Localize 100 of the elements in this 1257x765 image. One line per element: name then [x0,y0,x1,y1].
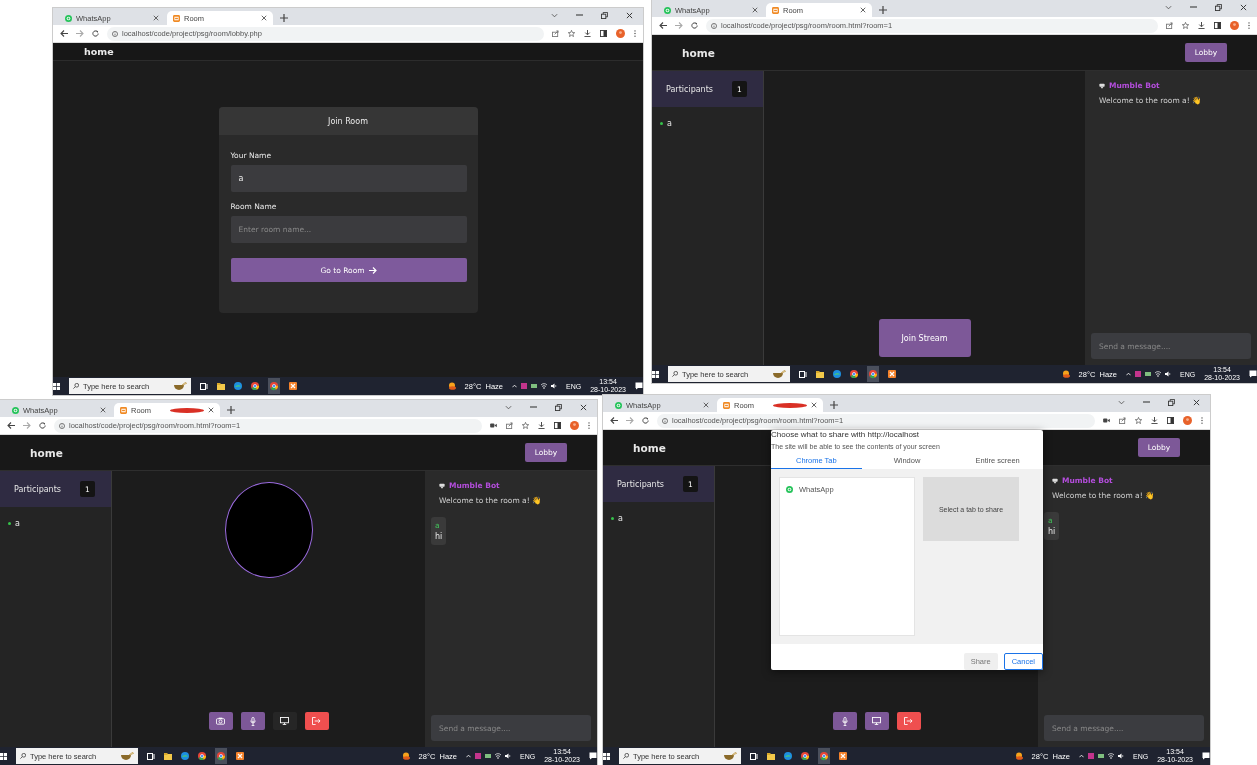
network-icon[interactable] [531,383,537,389]
side-panel-icon[interactable] [1214,22,1221,29]
close-icon[interactable] [626,11,633,19]
volume-icon[interactable] [1118,753,1124,759]
weather-icon[interactable] [447,382,456,390]
weather-icon[interactable] [1061,370,1070,378]
star-icon[interactable] [522,422,529,429]
download-icon[interactable] [1198,22,1205,29]
chevron-up-icon[interactable] [1079,754,1084,758]
folder-icon[interactable] [164,752,172,760]
text-field[interactable]: a [230,165,467,192]
task-view-icon[interactable] [200,382,208,390]
restore-icon[interactable] [555,403,562,411]
plus-icon[interactable] [280,14,288,22]
chevron-up-icon[interactable] [512,384,517,388]
wifi-icon[interactable] [1108,753,1114,759]
share-icon[interactable] [1119,417,1126,424]
camera-icon[interactable] [1103,418,1110,423]
network-icon[interactable] [485,753,491,759]
back-icon[interactable] [659,22,667,29]
weather-icon[interactable] [1014,752,1023,760]
chevron-icon[interactable] [1165,4,1172,10]
close-icon[interactable] [100,407,106,413]
app-icon[interactable] [839,752,847,760]
restore-icon[interactable] [601,11,608,19]
home-link[interactable]: home [682,46,715,59]
share-icon[interactable] [506,422,513,429]
notification-icon[interactable] [1202,752,1210,760]
task-view-icon[interactable] [799,370,807,378]
windows-icon[interactable] [0,752,7,760]
restore-icon[interactable] [1168,398,1175,406]
close-icon[interactable] [860,7,866,13]
browser-icon[interactable] [268,378,280,394]
browser-icon[interactable] [850,370,858,378]
notification-icon[interactable] [589,752,597,760]
plus-icon[interactable] [227,406,235,414]
reload-icon[interactable] [691,22,698,29]
windows-icon[interactable] [53,382,60,390]
screen-share-button[interactable] [864,712,889,730]
chevron-up-icon[interactable] [466,754,471,758]
download-icon[interactable] [1151,417,1158,424]
join-stream-button[interactable]: Join Stream [878,319,971,357]
side-panel-icon[interactable] [600,30,607,37]
side-panel-icon[interactable] [554,422,561,429]
close-icon[interactable] [703,402,709,408]
task-view-icon[interactable] [147,752,155,760]
avatar-icon[interactable] [570,421,579,430]
screen-share-button[interactable] [272,712,297,730]
volume-icon[interactable] [551,383,557,389]
wifi-icon[interactable] [1155,371,1161,377]
share-icon[interactable] [1166,22,1173,29]
chevron-icon[interactable] [551,12,558,18]
download-icon[interactable] [538,422,545,429]
wifi-icon[interactable] [495,753,501,759]
browser-icon[interactable] [234,382,242,390]
windows-icon[interactable] [603,752,610,760]
share-icon[interactable] [552,30,559,37]
avatar-icon[interactable] [1230,21,1239,30]
weather-icon[interactable] [401,752,410,760]
chevron-icon[interactable] [505,404,512,410]
plus-icon[interactable] [830,401,838,409]
browser-icon[interactable] [833,370,841,378]
camera-button[interactable] [208,712,233,730]
close-icon[interactable] [1240,3,1247,11]
network-icon[interactable] [1145,371,1151,377]
network-icon[interactable] [1098,753,1104,759]
app-icon[interactable] [289,382,297,390]
side-panel-icon[interactable] [1167,417,1174,424]
chevron-up-icon[interactable] [1126,372,1131,376]
back-icon[interactable] [7,422,15,429]
close-icon[interactable] [208,407,214,413]
folder-icon[interactable] [767,752,775,760]
volume-icon[interactable] [505,753,511,759]
browser-icon[interactable] [198,752,206,760]
plus-icon[interactable] [879,6,887,14]
download-icon[interactable] [584,30,591,37]
microphone-button[interactable] [240,712,265,730]
task-view-icon[interactable] [750,752,758,760]
home-link[interactable]: home [30,446,63,459]
notification-icon[interactable] [1249,370,1257,378]
folder-icon[interactable] [816,370,824,378]
close-icon[interactable] [153,15,159,21]
close-icon[interactable] [811,402,817,408]
browser-icon[interactable] [784,752,792,760]
home-link[interactable]: home [633,441,666,454]
back-icon[interactable] [60,30,68,37]
reload-icon[interactable] [642,417,649,424]
star-icon[interactable] [1135,417,1142,424]
star-icon[interactable] [1182,22,1189,29]
star-icon[interactable] [568,30,575,37]
browser-icon[interactable] [818,748,830,764]
restore-icon[interactable] [1215,3,1222,11]
microphone-button[interactable] [832,712,857,730]
browser-icon[interactable] [181,752,189,760]
camera-icon[interactable] [490,423,497,428]
browser-icon[interactable] [867,366,879,382]
wifi-icon[interactable] [541,383,547,389]
browser-icon[interactable] [801,752,809,760]
app-icon[interactable] [236,752,244,760]
folder-icon[interactable] [217,382,225,390]
